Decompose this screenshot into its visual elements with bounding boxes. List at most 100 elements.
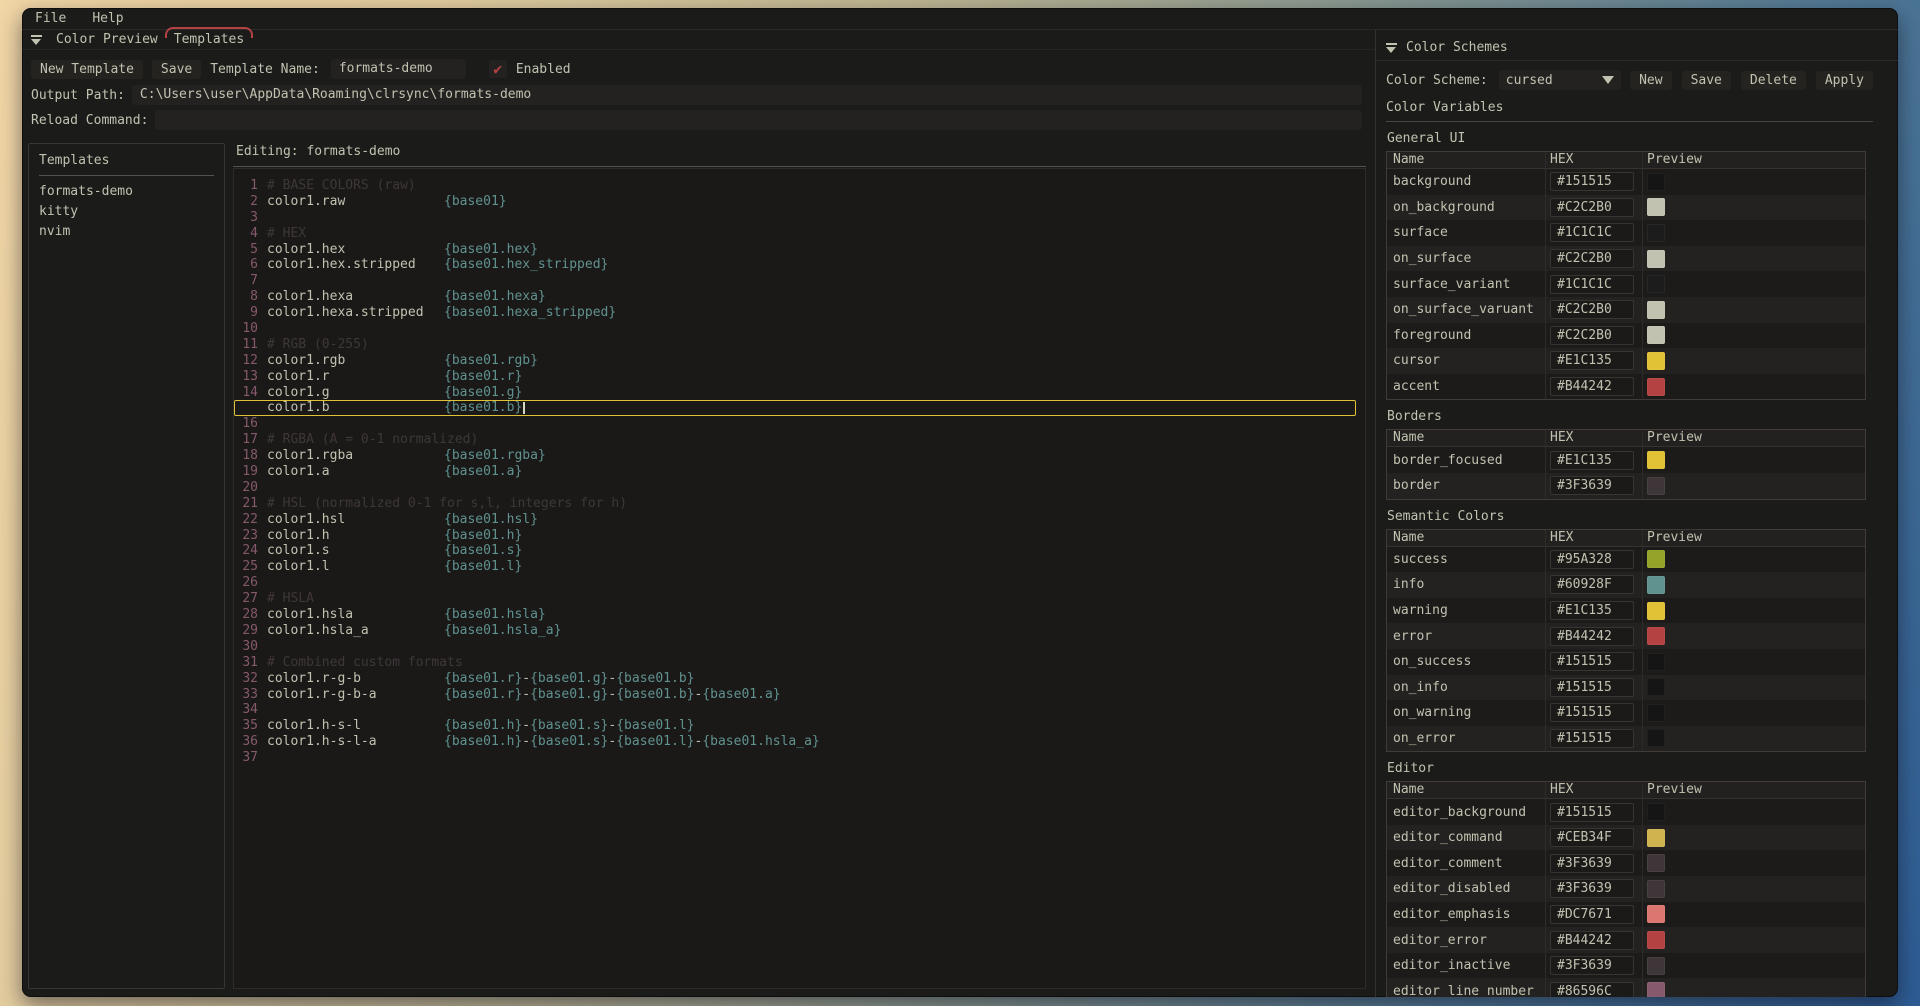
code-line[interactable]: 12color1.rgb{base01.rgb} <box>234 353 1361 369</box>
hex-input[interactable]: #86596C <box>1550 982 1634 997</box>
hex-input[interactable]: #3F3639 <box>1550 476 1634 495</box>
color-swatch[interactable] <box>1647 905 1665 923</box>
hex-input[interactable]: #C2C2B0 <box>1550 198 1634 217</box>
color-schemes-header[interactable]: Color Schemes <box>1386 37 1873 57</box>
reload-command-input[interactable] <box>155 110 1362 130</box>
hex-input[interactable]: #DC7671 <box>1550 905 1634 924</box>
color-swatch[interactable] <box>1647 451 1665 469</box>
hex-input[interactable]: #1C1C1C <box>1550 223 1634 242</box>
color-swatch[interactable] <box>1647 627 1665 645</box>
code-area[interactable]: 1# BASE COLORS (raw)2color1.raw{base01}3… <box>233 168 1366 989</box>
code-line[interactable]: 21# HSL (normalized 0-1 for s,l, integer… <box>234 496 1361 512</box>
color-swatch[interactable] <box>1647 653 1665 671</box>
color-swatch[interactable] <box>1647 982 1665 997</box>
code-line[interactable]: 37 <box>234 750 1361 766</box>
color-swatch[interactable] <box>1647 550 1665 568</box>
code-line[interactable]: 26 <box>234 575 1361 591</box>
hex-input[interactable]: #151515 <box>1550 803 1634 822</box>
color-swatch[interactable] <box>1647 931 1665 949</box>
code-line[interactable]: 30 <box>234 639 1361 655</box>
code-line[interactable]: 29color1.hsla_a{base01.hsla_a} <box>234 623 1361 639</box>
color-scheme-select[interactable]: cursed <box>1499 70 1621 90</box>
hex-input[interactable]: #B44242 <box>1550 627 1634 646</box>
code-line[interactable]: 31# Combined custom formats <box>234 655 1361 671</box>
hex-input[interactable]: #3F3639 <box>1550 879 1634 898</box>
code-line[interactable]: 32color1.r-g-b{base01.r}-{base01.g}-{bas… <box>234 671 1361 687</box>
color-swatch[interactable] <box>1647 576 1665 594</box>
code-line[interactable]: 1# BASE COLORS (raw) <box>234 178 1361 194</box>
hex-input[interactable]: #3F3639 <box>1550 854 1634 873</box>
code-line[interactable]: 24color1.s{base01.s} <box>234 543 1361 559</box>
apply-scheme-button[interactable]: Apply <box>1816 71 1873 90</box>
hex-input[interactable]: #E1C135 <box>1550 451 1634 470</box>
template-list-item[interactable]: kitty <box>39 202 214 222</box>
color-swatch[interactable] <box>1647 678 1665 696</box>
hex-input[interactable]: #151515 <box>1550 652 1634 671</box>
code-line[interactable]: 27# HSLA <box>234 591 1361 607</box>
color-swatch[interactable] <box>1647 250 1665 268</box>
enabled-checkbox[interactable]: ✔ <box>489 60 507 78</box>
hex-input[interactable]: #C2C2B0 <box>1550 326 1634 345</box>
template-list-item[interactable]: nvim <box>39 222 214 242</box>
tab-templates[interactable]: Templates <box>172 31 246 48</box>
save-scheme-button[interactable]: Save <box>1682 71 1731 90</box>
code-line[interactable]: 36color1.h-s-l-a{base01.h}-{base01.s}-{b… <box>234 734 1361 750</box>
color-swatch[interactable] <box>1647 275 1665 293</box>
hex-input[interactable]: #95A328 <box>1550 550 1634 569</box>
code-line[interactable]: 33color1.r-g-b-a{base01.r}-{base01.g}-{b… <box>234 687 1361 703</box>
collapse-triangle-icon[interactable] <box>1386 43 1397 52</box>
code-line[interactable]: 3 <box>234 210 1361 226</box>
color-swatch[interactable] <box>1647 803 1665 821</box>
color-swatch[interactable] <box>1647 326 1665 344</box>
code-line[interactable]: 6color1.hex.stripped{base01.hex_stripped… <box>234 257 1361 273</box>
code-line[interactable]: 11# RGB (0-255) <box>234 337 1361 353</box>
code-line[interactable]: 9color1.hexa.stripped{base01.hexa_stripp… <box>234 305 1361 321</box>
code-line[interactable]: 4# HEX <box>234 226 1361 242</box>
color-swatch[interactable] <box>1647 854 1665 872</box>
collapse-triangle-icon[interactable] <box>31 35 42 44</box>
hex-input[interactable]: #B44242 <box>1550 931 1634 950</box>
new-scheme-button[interactable]: New <box>1630 71 1671 90</box>
code-line[interactable]: 13color1.r{base01.r} <box>234 369 1361 385</box>
hex-input[interactable]: #151515 <box>1550 678 1634 697</box>
color-swatch[interactable] <box>1647 957 1665 975</box>
code-line[interactable]: 5color1.hex{base01.hex} <box>234 242 1361 258</box>
code-line[interactable]: 17# RGBA (A = 0-1 normalized) <box>234 432 1361 448</box>
code-line[interactable]: 2color1.raw{base01} <box>234 194 1361 210</box>
code-line[interactable]: 18color1.rgba{base01.rgba} <box>234 448 1361 464</box>
code-line[interactable]: 16 <box>234 416 1361 432</box>
code-line[interactable]: 22color1.hsl{base01.hsl} <box>234 512 1361 528</box>
hex-input[interactable]: #CEB34F <box>1550 828 1634 847</box>
hex-input[interactable]: #E1C135 <box>1550 601 1634 620</box>
hex-input[interactable]: #C2C2B0 <box>1550 300 1634 319</box>
color-swatch[interactable] <box>1647 602 1665 620</box>
color-swatch[interactable] <box>1647 198 1665 216</box>
hex-input[interactable]: #1C1C1C <box>1550 275 1634 294</box>
new-template-button[interactable]: New Template <box>31 60 143 79</box>
color-swatch[interactable] <box>1647 301 1665 319</box>
code-line[interactable]: 8color1.hexa{base01.hexa} <box>234 289 1361 305</box>
code-line[interactable]: 7 <box>234 273 1361 289</box>
hex-input[interactable]: #60928F <box>1550 575 1634 594</box>
color-swatch[interactable] <box>1647 880 1665 898</box>
color-swatch[interactable] <box>1647 224 1665 242</box>
hex-input[interactable]: #E1C135 <box>1550 351 1634 370</box>
code-line[interactable]: 25color1.l{base01.l} <box>234 559 1361 575</box>
color-swatch[interactable] <box>1647 173 1665 191</box>
hex-input[interactable]: #3F3639 <box>1550 956 1634 975</box>
hex-input[interactable]: #B44242 <box>1550 377 1634 396</box>
code-line[interactable]: 34 <box>234 702 1361 718</box>
hex-input[interactable]: #151515 <box>1550 729 1634 748</box>
color-swatch[interactable] <box>1647 477 1665 495</box>
color-swatch[interactable] <box>1647 352 1665 370</box>
code-line[interactable]: 19color1.a{base01.a} <box>234 464 1361 480</box>
color-swatch[interactable] <box>1647 729 1665 747</box>
code-line[interactable]: 15color1.b{base01.b} <box>234 400 1356 416</box>
hex-input[interactable]: #151515 <box>1550 703 1634 722</box>
code-line[interactable]: 20 <box>234 480 1361 496</box>
delete-scheme-button[interactable]: Delete <box>1741 71 1806 90</box>
color-swatch[interactable] <box>1647 829 1665 847</box>
color-swatch[interactable] <box>1647 704 1665 722</box>
hex-input[interactable]: #C2C2B0 <box>1550 249 1634 268</box>
code-line[interactable]: 14color1.g{base01.g} <box>234 385 1361 401</box>
